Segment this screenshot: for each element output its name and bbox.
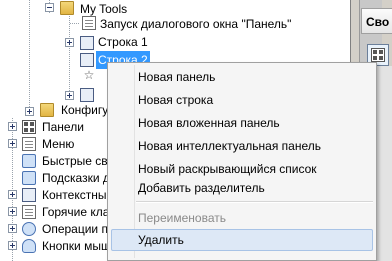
operations-icon — [22, 222, 36, 236]
expand-toggle[interactable] — [8, 241, 17, 250]
tree-connector — [29, 0, 30, 110]
menu-item-delete[interactable]: Удалить — [138, 229, 184, 251]
expand-toggle[interactable] — [25, 107, 34, 116]
command-icon — [82, 16, 96, 30]
context-menu: Новая панель Новая строка Новая вложенна… — [107, 62, 377, 261]
expand-toggle[interactable] — [8, 207, 17, 216]
tree-item-mouse-buttons[interactable]: Кнопки мыш — [42, 237, 111, 255]
tree-item-panels[interactable]: Панели — [42, 118, 84, 136]
tree-item-hotkeys[interactable]: Горячие кла — [42, 203, 109, 221]
tree-connector — [69, 14, 70, 94]
tree-item-tooltips[interactable]: Подсказки д — [42, 169, 110, 187]
menu-item-new-row[interactable]: Новая строка — [138, 89, 213, 111]
tree-item-row-1[interactable]: Строка 1 — [98, 33, 148, 51]
menu-item-new-subpanel[interactable]: Новая вложенная панель — [138, 112, 280, 134]
expand-toggle[interactable] — [65, 38, 74, 47]
menu-item-add-separator[interactable]: Добавить разделитель — [138, 177, 265, 199]
collapse-toggle[interactable] — [45, 3, 54, 12]
tree-item-menu[interactable]: Меню — [42, 135, 74, 153]
row-icon — [80, 88, 94, 102]
menu-item-new-panel[interactable]: Новая панель — [138, 66, 215, 88]
tree-connector — [70, 23, 80, 24]
star-icon: ☆ — [83, 68, 95, 82]
row-icon — [80, 53, 94, 67]
properties-header: Сво — [361, 8, 392, 34]
tree-item-context-menus[interactable]: Контекстны — [42, 186, 106, 204]
expand-toggle[interactable] — [65, 91, 74, 100]
expand-toggle[interactable] — [8, 224, 17, 233]
row-icon — [80, 36, 94, 50]
mouse-icon — [22, 239, 36, 253]
menu-separator — [136, 201, 373, 203]
tree-item-launch-dialog[interactable]: Запуск диалогового окна "Панель" — [100, 15, 291, 33]
panels-icon — [22, 120, 36, 134]
expand-toggle[interactable] — [8, 190, 17, 199]
expand-toggle[interactable] — [8, 122, 17, 131]
folder-icon — [60, 1, 74, 15]
menu-icon — [22, 137, 36, 151]
tree-item-operations[interactable]: Операции пр — [42, 220, 115, 238]
context-menu-icon — [22, 188, 36, 202]
folder-icon — [40, 103, 54, 117]
menu-item-new-smart-panel[interactable]: Новая интеллектуальная панель — [138, 135, 321, 157]
hotkeys-icon — [22, 205, 36, 219]
quick-properties-icon — [22, 154, 36, 168]
grid-icon — [371, 48, 385, 62]
menu-item-rename[interactable]: Переименовать — [138, 207, 226, 229]
tooltips-icon — [22, 171, 36, 185]
tree-item-quick-properties[interactable]: Быстрые св — [42, 152, 108, 170]
tree-item-config[interactable]: Конфигу — [61, 101, 108, 119]
expand-toggle[interactable] — [8, 139, 17, 148]
